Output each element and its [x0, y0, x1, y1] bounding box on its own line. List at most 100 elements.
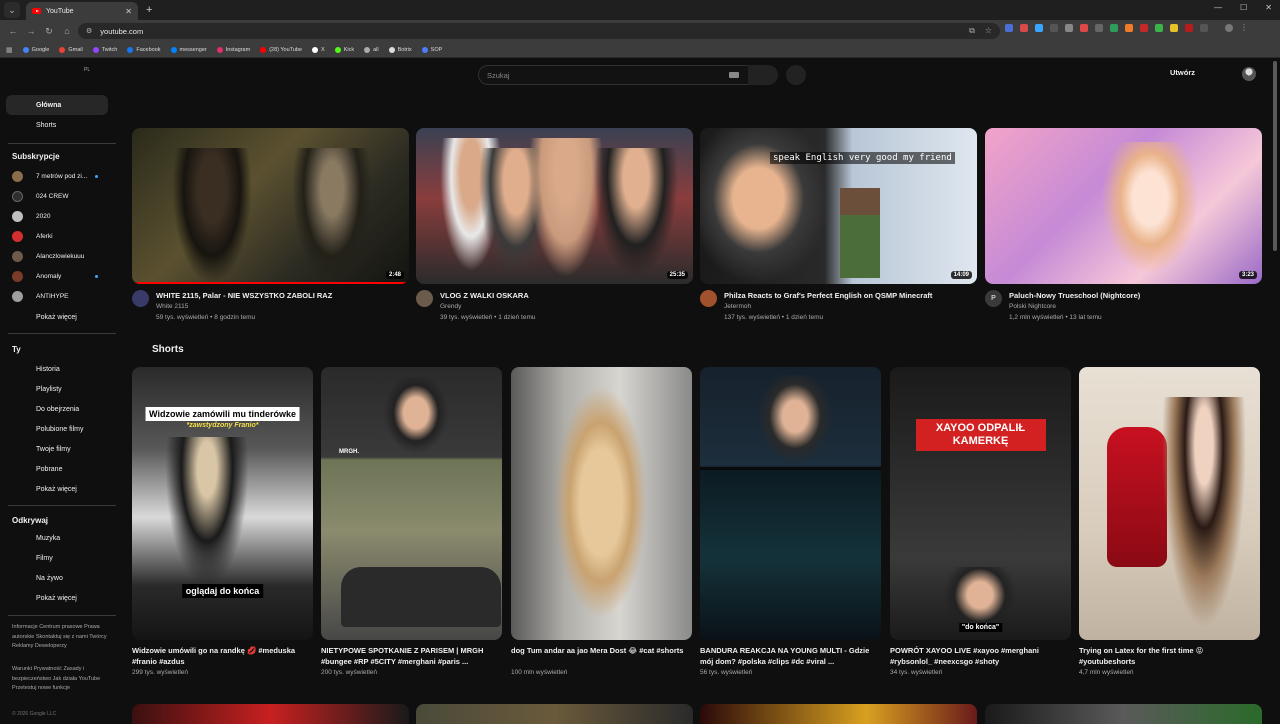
subscription-item[interactable]: 024 CREW [12, 188, 108, 204]
bookmark-item[interactable]: Google [22, 46, 49, 53]
voice-search-button[interactable] [786, 65, 806, 85]
video-title[interactable]: Paluch-Nowy Trueschool (Nightcore) [1009, 291, 1259, 300]
subscription-item[interactable]: 7 metrów pod zi... [12, 168, 108, 184]
subscription-item[interactable]: 2020 [12, 208, 108, 224]
subscription-item[interactable]: Alanczlowiekuuu [12, 248, 108, 264]
close-tab-icon[interactable]: ✕ [125, 7, 132, 16]
channel-name[interactable]: Polski Nightcore [1009, 303, 1056, 310]
extension-icon[interactable] [1095, 24, 1103, 32]
bookmark-item[interactable]: Kick [334, 46, 354, 53]
channel-avatar[interactable] [132, 290, 149, 307]
subscription-item[interactable]: Anomaly [12, 268, 108, 284]
short-card[interactable]: MRGH. NIETYPOWE SPOTKANIE Z PARISEM | MR… [321, 367, 502, 682]
channel-avatar[interactable] [700, 290, 717, 307]
video-card[interactable]: 25:35 VLOG Z WALKI OSKARA Grendy 39 tys.… [416, 128, 693, 324]
avatar[interactable] [1242, 67, 1256, 81]
channel-avatar[interactable] [416, 290, 433, 307]
short-title[interactable]: Widzowie umówili go na randkę 💋 #meduska… [132, 645, 312, 667]
video-thumbnail[interactable]: 25:35 [416, 128, 693, 284]
short-thumbnail[interactable]: MRGH. [321, 367, 502, 640]
extension-icon[interactable] [1080, 24, 1088, 32]
extension-icon[interactable] [1020, 24, 1028, 32]
page-scrollbar[interactable] [1273, 61, 1277, 251]
sidebar-item-downloads[interactable]: Pobrane [6, 459, 108, 479]
address-bar[interactable]: ⚙ youtube.com ⧉ ☆ [78, 23, 1000, 39]
footer-links[interactable]: Informacje Centrum prasowe Prawa autorsk… [12, 623, 112, 652]
video-thumbnail[interactable]: 3:23 [985, 128, 1262, 284]
bookmark-star-icon[interactable]: ☆ [985, 26, 992, 36]
short-card[interactable]: Trying on Latex for the first time 😝 #yo… [1079, 367, 1260, 682]
maximize-icon[interactable]: ☐ [1240, 3, 1247, 12]
search-button[interactable] [748, 65, 778, 85]
sidebar-show-more[interactable]: Pokaż więcej [6, 307, 108, 327]
video-thumbnail[interactable] [132, 704, 409, 724]
extension-icon[interactable] [1140, 24, 1148, 32]
bookmark-item[interactable]: X [312, 46, 325, 53]
video-card[interactable]: speak English very good my friend 14:09 … [700, 128, 977, 324]
extension-icon[interactable] [1185, 24, 1193, 32]
menu-dots-icon[interactable]: ⋮ [1240, 24, 1248, 32]
bookmark-item[interactable]: (28) YouTube [260, 46, 302, 53]
back-icon[interactable]: ← [4, 26, 22, 36]
sidebar-item-movies[interactable]: Filmy [6, 548, 108, 568]
sidebar-show-more[interactable]: Pokaż więcej [6, 588, 108, 608]
short-title[interactable]: NIETYPOWE SPOTKANIE Z PARISEM | MRGH #bu… [321, 645, 501, 667]
video-thumbnail[interactable]: 2:48 [132, 128, 409, 284]
subscriptions-heading[interactable]: Subskrypcje [12, 152, 60, 161]
short-card[interactable]: Widzowie zamówili mu tinderówke *zawstyd… [132, 367, 313, 682]
apps-grid-icon[interactable]: ▦ [6, 46, 13, 54]
extensions-puzzle-icon[interactable] [1200, 24, 1208, 32]
channel-name[interactable]: Jetermoh [724, 303, 751, 310]
sidebar-item-playlists[interactable]: Playlisty [6, 379, 108, 399]
subscription-item[interactable]: Aferki [12, 228, 108, 244]
bookmark-folder[interactable]: all [364, 46, 379, 53]
reload-icon[interactable]: ↻ [40, 26, 58, 37]
sidebar-item-watch-later[interactable]: Do obejrzenia [6, 399, 108, 419]
bookmark-item[interactable]: Twitch [92, 46, 117, 53]
extension-icon[interactable] [1125, 24, 1133, 32]
video-thumbnail[interactable] [700, 704, 977, 724]
extension-icon[interactable] [1065, 24, 1073, 32]
sidebar-item-shorts[interactable]: Shorts [6, 115, 108, 135]
sidebar-item-live[interactable]: Na żywo [6, 568, 108, 588]
forward-icon[interactable]: → [22, 26, 40, 36]
video-thumbnail[interactable]: speak English very good my friend 14:09 [700, 128, 977, 284]
install-icon[interactable]: ⧉ [969, 26, 975, 36]
short-title[interactable]: dog Tum andar aa jao Mera Dost 😂 #cat #s… [511, 645, 691, 656]
browser-tab-youtube[interactable]: YouTube ✕ [26, 2, 138, 20]
short-card[interactable]: dog Tum andar aa jao Mera Dost 😂 #cat #s… [511, 367, 692, 682]
sidebar-item-music[interactable]: Muzyka [6, 528, 108, 548]
extension-icon[interactable] [1170, 24, 1178, 32]
search-input[interactable]: Szukaj [478, 65, 750, 85]
profile-icon[interactable] [1225, 24, 1233, 32]
video-thumbnail[interactable] [416, 704, 693, 724]
you-heading[interactable]: Ty [12, 345, 21, 354]
video-card[interactable]: 2:48 WHITE 2115, Palar - NIE WSZYSTKO ZA… [132, 128, 409, 324]
sidebar-item-liked[interactable]: Polubione filmy [6, 419, 108, 439]
bookmark-item[interactable]: Facebook [127, 46, 161, 53]
sidebar-item-your-videos[interactable]: Twoje filmy [6, 439, 108, 459]
footer-links[interactable]: Warunki Prywatność Zasady i bezpieczeńst… [12, 665, 112, 694]
video-title[interactable]: WHITE 2115, Palar - NIE WSZYSTKO ZABOLI … [156, 291, 406, 300]
subscription-item[interactable]: ANTIHYPE [12, 288, 108, 304]
bookmark-item[interactable]: Instagram [216, 46, 250, 53]
new-tab-icon[interactable]: + [146, 4, 152, 16]
channel-name[interactable]: Grendy [440, 303, 461, 310]
short-card[interactable]: BANDURA REAKCJA NA YOUNG MULTI - Gdzie m… [700, 367, 881, 682]
short-thumbnail[interactable] [700, 367, 881, 640]
bookmark-item[interactable]: SOP [421, 46, 442, 53]
keyboard-icon[interactable] [729, 72, 739, 78]
video-thumbnail[interactable] [985, 704, 1262, 724]
sidebar-item-home[interactable]: Główna [6, 95, 108, 115]
video-title[interactable]: VLOG Z WALKI OSKARA [440, 291, 690, 300]
extension-icon[interactable] [1005, 24, 1013, 32]
short-title[interactable]: POWRÓT XAYOO LIVE #xayoo #merghani #rybs… [890, 645, 1070, 667]
bookmark-item[interactable]: Botrix [388, 46, 412, 53]
short-thumbnail[interactable]: XAYOO ODPALIŁ KAMERKĘ "do końca" [890, 367, 1071, 640]
video-card[interactable]: 3:23 P Paluch-Nowy Trueschool (Nightcore… [985, 128, 1262, 324]
site-info-icon[interactable]: ⚙ [86, 27, 92, 35]
tab-search-icon[interactable]: ⌄ [4, 2, 20, 18]
extension-icon[interactable] [1035, 24, 1043, 32]
sidebar-show-more[interactable]: Pokaż więcej [6, 479, 108, 499]
extension-icon[interactable] [1110, 24, 1118, 32]
